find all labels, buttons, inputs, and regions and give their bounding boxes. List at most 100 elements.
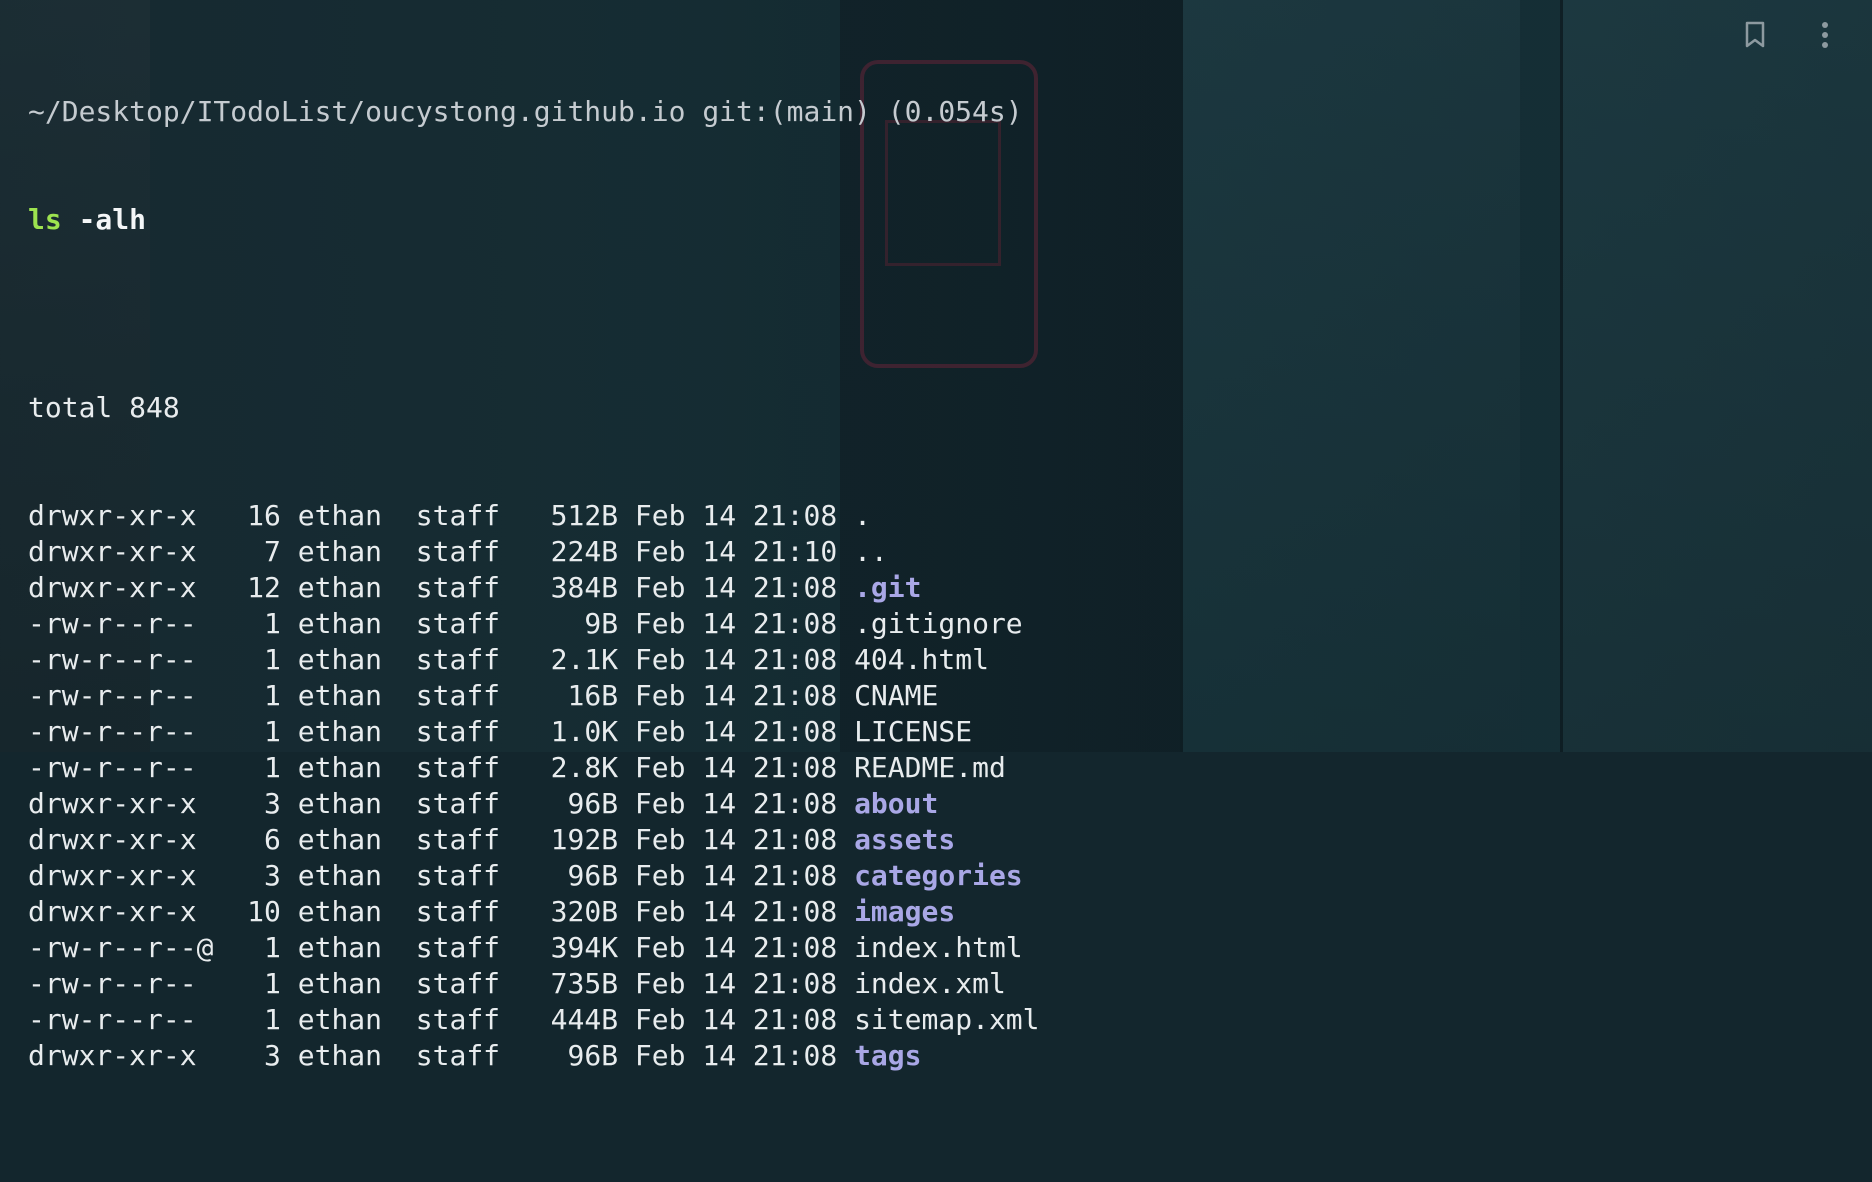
link-count: 3 — [247, 859, 281, 892]
owner: ethan — [297, 931, 383, 964]
link-count: 1 — [247, 931, 281, 964]
listing-row: -rw-r--r-- 1 ethan staff 9B Feb 14 21:08… — [28, 606, 1040, 642]
owner: ethan — [297, 895, 383, 928]
permissions: drwxr-xr-x — [28, 823, 214, 856]
permissions: -rw-r--r-- — [28, 715, 214, 748]
owner: ethan — [297, 571, 383, 604]
modified-date: Feb 14 21:08 — [634, 643, 838, 676]
file-name[interactable]: index.html — [854, 931, 1023, 964]
modified-date: Feb 14 21:08 — [634, 787, 838, 820]
link-count: 1 — [247, 715, 281, 748]
bookmark-icon[interactable] — [1740, 20, 1770, 50]
listing-row: drwxr-xr-x 3 ethan staff 96B Feb 14 21:0… — [28, 786, 1040, 822]
total-line: total 848 — [28, 391, 180, 424]
permissions: drwxr-xr-x — [28, 535, 214, 568]
group: staff — [415, 535, 501, 568]
permissions: -rw-r--r-- — [28, 607, 214, 640]
file-name[interactable]: .gitignore — [854, 607, 1023, 640]
group: staff — [415, 1003, 501, 1036]
owner: ethan — [297, 787, 383, 820]
modified-date: Feb 14 21:08 — [634, 1039, 838, 1072]
file-size: 512B — [550, 499, 619, 532]
group: staff — [415, 643, 501, 676]
link-count: 1 — [247, 751, 281, 784]
file-name[interactable]: LICENSE — [854, 715, 972, 748]
file-name[interactable]: images — [854, 895, 955, 928]
group: staff — [415, 967, 501, 1000]
group: staff — [415, 823, 501, 856]
link-count: 6 — [247, 823, 281, 856]
link-count: 1 — [247, 967, 281, 1000]
listing-row: -rw-r--r-- 1 ethan staff 1.0K Feb 14 21:… — [28, 714, 1040, 750]
file-name[interactable]: . — [854, 499, 871, 532]
group: staff — [415, 751, 501, 784]
modified-date: Feb 14 21:10 — [634, 535, 838, 568]
group: staff — [415, 931, 501, 964]
link-count: 10 — [247, 895, 281, 928]
group: staff — [415, 1039, 501, 1072]
file-size: 9B — [550, 607, 619, 640]
command-name: ls — [28, 203, 62, 236]
listing-row: drwxr-xr-x 3 ethan staff 96B Feb 14 21:0… — [28, 1038, 1040, 1074]
link-count: 3 — [247, 787, 281, 820]
file-name[interactable]: tags — [854, 1039, 921, 1072]
owner: ethan — [297, 1039, 383, 1072]
link-count: 1 — [247, 607, 281, 640]
link-count: 1 — [247, 1003, 281, 1036]
group: staff — [415, 787, 501, 820]
file-name[interactable]: about — [854, 787, 938, 820]
file-name[interactable]: CNAME — [854, 679, 938, 712]
file-size: 224B — [550, 535, 619, 568]
file-size: 2.1K — [550, 643, 619, 676]
group: staff — [415, 715, 501, 748]
owner: ethan — [297, 607, 383, 640]
file-name[interactable]: .git — [854, 571, 921, 604]
file-size: 384B — [550, 571, 619, 604]
group: staff — [415, 859, 501, 892]
terminal-output-block: ~/Desktop/ITodoList/oucystong.github.io … — [28, 22, 1040, 1182]
file-name[interactable]: categories — [854, 859, 1023, 892]
listing-row: -rw-r--r-- 1 ethan staff 16B Feb 14 21:0… — [28, 678, 1040, 714]
file-size: 394K — [550, 931, 619, 964]
listing-row: drwxr-xr-x 16 ethan staff 512B Feb 14 21… — [28, 498, 1040, 534]
listing-row: drwxr-xr-x 3 ethan staff 96B Feb 14 21:0… — [28, 858, 1040, 894]
modified-date: Feb 14 21:08 — [634, 715, 838, 748]
permissions: -rw-r--r-- — [28, 643, 214, 676]
prompt-elapsed: (0.054s) — [887, 95, 1023, 128]
prompt-git-branch: git:(main) — [702, 95, 871, 128]
link-count: 1 — [247, 643, 281, 676]
file-name[interactable]: 404.html — [854, 643, 989, 676]
file-name[interactable]: .. — [854, 535, 888, 568]
file-name[interactable]: assets — [854, 823, 955, 856]
command-output: total 848 drwxr-xr-x 16 ethan staff 512B… — [28, 318, 1040, 1146]
permissions: drwxr-xr-x — [28, 895, 214, 928]
block-toolbar — [1740, 20, 1840, 50]
group: staff — [415, 571, 501, 604]
modified-date: Feb 14 21:08 — [634, 895, 838, 928]
permissions: drwxr-xr-x — [28, 571, 214, 604]
owner: ethan — [297, 823, 383, 856]
link-count: 3 — [247, 1039, 281, 1072]
file-size: 444B — [550, 1003, 619, 1036]
permissions: -rw-r--r-- — [28, 751, 214, 784]
file-size: 2.8K — [550, 751, 619, 784]
more-vertical-icon[interactable] — [1810, 20, 1840, 50]
file-name[interactable]: sitemap.xml — [854, 1003, 1039, 1036]
owner: ethan — [297, 859, 383, 892]
permissions: drwxr-xr-x — [28, 1039, 214, 1072]
modified-date: Feb 14 21:08 — [634, 931, 838, 964]
file-name[interactable]: README.md — [854, 751, 1006, 784]
group: staff — [415, 607, 501, 640]
modified-date: Feb 14 21:08 — [634, 571, 838, 604]
permissions: drwxr-xr-x — [28, 859, 214, 892]
owner: ethan — [297, 679, 383, 712]
file-size: 735B — [550, 967, 619, 1000]
listing-row: drwxr-xr-x 7 ethan staff 224B Feb 14 21:… — [28, 534, 1040, 570]
owner: ethan — [297, 967, 383, 1000]
owner: ethan — [297, 715, 383, 748]
permissions: -rw-r--r-- — [28, 679, 214, 712]
file-name[interactable]: index.xml — [854, 967, 1006, 1000]
file-size: 192B — [550, 823, 619, 856]
listing-row: -rw-r--r-- 1 ethan staff 444B Feb 14 21:… — [28, 1002, 1040, 1038]
modified-date: Feb 14 21:08 — [634, 1003, 838, 1036]
